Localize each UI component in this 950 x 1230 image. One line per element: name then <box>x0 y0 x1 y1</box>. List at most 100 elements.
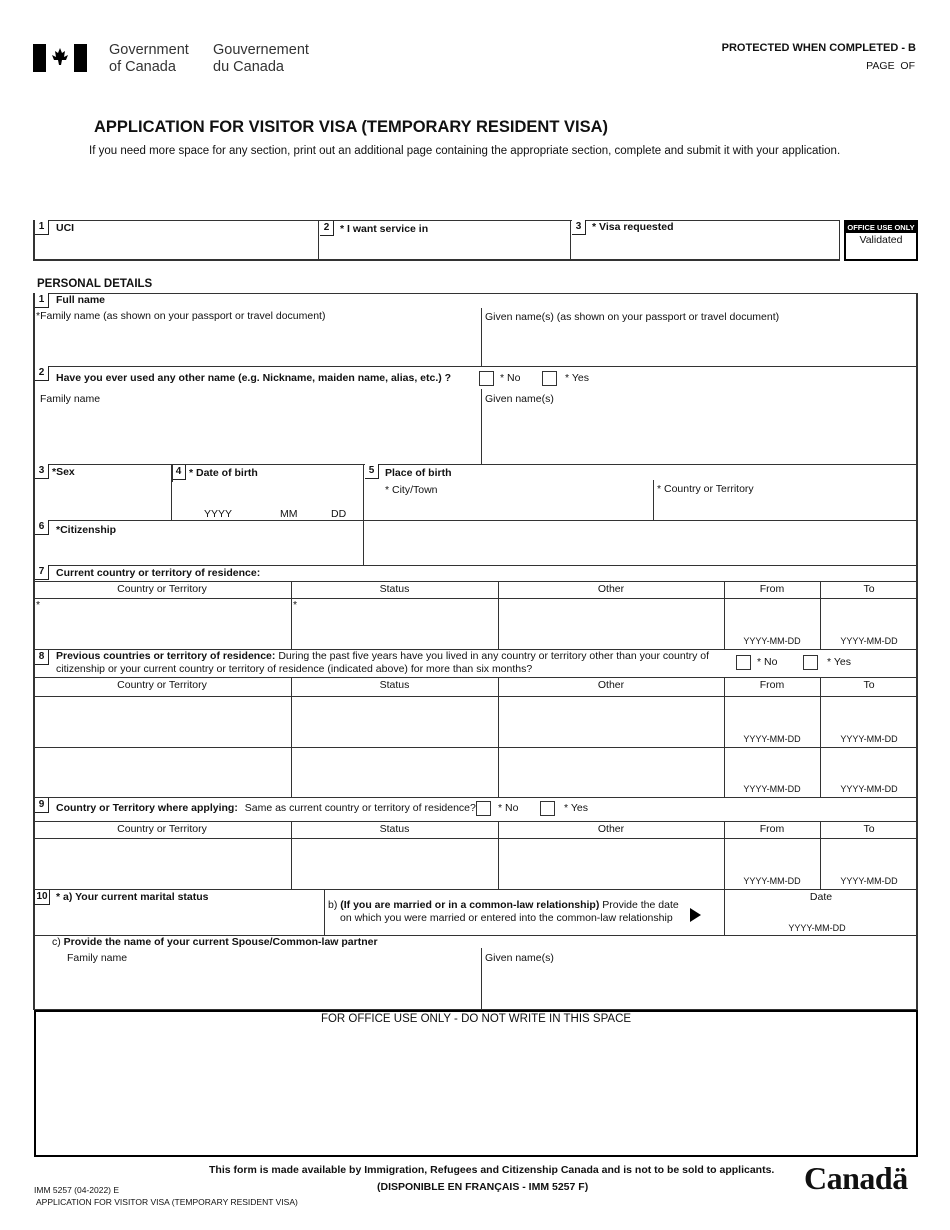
divider <box>291 581 292 649</box>
citizenship-label: *Citizenship <box>56 524 117 536</box>
page-title: APPLICATION FOR VISITOR VISA (TEMPORARY … <box>94 118 608 136</box>
column-header: Other <box>597 583 625 595</box>
office-use-validated-box: OFFICE USE ONLY Validated <box>844 220 918 261</box>
previous-residence-other-input[interactable] <box>500 749 722 795</box>
field-number: 4 <box>172 465 186 480</box>
applying-country-status-input[interactable] <box>293 840 496 887</box>
field-number: 2 <box>35 366 49 381</box>
place-of-birth-label: Place of birth <box>385 467 452 479</box>
other-family-name-label: Family name <box>40 393 101 405</box>
field-number: 8 <box>35 650 49 665</box>
column-header: Status <box>379 583 410 595</box>
divider <box>33 366 918 367</box>
dob-label: * Date of birth <box>189 467 258 479</box>
sex-input[interactable] <box>36 482 170 518</box>
applying-same-yes-checkbox[interactable] <box>540 801 555 816</box>
protected-label: PROTECTED WHEN COMPLETED - B <box>721 42 916 54</box>
spouse-name-label: c) Provide the name of your current Spou… <box>52 936 378 948</box>
divider <box>291 821 292 889</box>
column-header: Status <box>379 823 410 835</box>
date-format-hint: YYYY-MM-DD <box>840 784 898 794</box>
field-number: 3 <box>572 220 586 235</box>
date-format-hint: YYYY-MM-DD <box>840 636 898 646</box>
divider <box>481 308 482 367</box>
previous-residence-other-input[interactable] <box>500 698 722 745</box>
office-use-header: OFFICE USE ONLY <box>846 222 916 233</box>
previous-residence-no-checkbox[interactable] <box>736 655 751 670</box>
birth-country-input[interactable] <box>656 498 914 518</box>
current-residence-label: Current country or territory of residenc… <box>56 567 261 579</box>
required-mark: * <box>293 599 298 611</box>
previous-residence-country-input[interactable] <box>35 749 289 795</box>
marriage-date-label: Date <box>809 891 833 903</box>
gov-fr-wordmark: Gouvernement du Canada <box>213 42 309 75</box>
family-name-input[interactable] <box>36 326 478 364</box>
form-title-footer: APPLICATION FOR VISITOR VISA (TEMPORARY … <box>36 1197 298 1207</box>
visa-requested-label: * Visa requested <box>592 221 674 233</box>
divider <box>33 565 918 566</box>
marriage-date-input[interactable] <box>726 905 914 921</box>
previous-residence-status-input[interactable] <box>293 698 496 745</box>
previous-residence-status-input[interactable] <box>293 749 496 795</box>
arrow-right-icon <box>690 908 701 922</box>
given-name-input[interactable] <box>484 326 914 364</box>
dob-dd-label: DD <box>331 508 347 520</box>
applying-country-country-input[interactable] <box>35 840 289 887</box>
other-name-yes-label: * Yes <box>565 372 589 384</box>
divider <box>33 464 918 465</box>
required-mark: * <box>36 599 41 611</box>
spouse-family-name-label: Family name <box>67 952 128 964</box>
previous-residence-country-input[interactable] <box>35 698 289 745</box>
applying-same-no-label: * No <box>498 802 519 814</box>
other-name-yes-checkbox[interactable] <box>542 371 557 386</box>
other-name-no-checkbox[interactable] <box>479 371 494 386</box>
canada-flag-logo-icon <box>33 44 87 72</box>
birth-city-input[interactable] <box>366 498 651 518</box>
current-residence-status-input[interactable] <box>293 600 496 647</box>
applying-same-no-checkbox[interactable] <box>476 801 491 816</box>
field-number: 9 <box>35 798 49 813</box>
applying-country-other-input[interactable] <box>500 840 722 887</box>
column-header: Other <box>597 679 625 691</box>
spouse-family-name-input[interactable] <box>36 968 478 1008</box>
date-format-hint: YYYY-MM-DD <box>743 876 801 886</box>
divider <box>363 464 364 566</box>
divider <box>33 696 918 697</box>
uci-field[interactable] <box>33 220 319 261</box>
field-number: 7 <box>35 565 49 580</box>
divider <box>481 948 482 1010</box>
divider <box>33 797 918 798</box>
marital-status-input[interactable] <box>36 906 322 932</box>
current-residence-country-input[interactable] <box>35 600 289 647</box>
column-header: Country or Territory <box>117 583 207 595</box>
dob-input[interactable] <box>174 484 360 506</box>
column-header: Country or Territory <box>117 823 207 835</box>
other-given-name-input[interactable] <box>484 408 914 462</box>
divider <box>653 480 654 521</box>
previous-residence-question: Previous countries or territory of resid… <box>56 650 710 675</box>
column-header: To <box>863 583 875 595</box>
column-header: From <box>759 583 785 595</box>
family-name-label: *Family name (as shown on your passport … <box>36 310 326 322</box>
field-number: 5 <box>365 464 379 479</box>
spouse-given-name-label: Given name(s) <box>485 952 554 964</box>
column-header: From <box>759 823 785 835</box>
field-number: 10 <box>34 890 50 905</box>
form-id: IMM 5257 (04-2022) E <box>34 1185 120 1195</box>
validated-label: Validated <box>859 234 903 246</box>
divider <box>291 677 292 797</box>
field-number: 6 <box>35 520 49 535</box>
previous-residence-yes-checkbox[interactable] <box>803 655 818 670</box>
spouse-given-name-input[interactable] <box>484 968 914 1008</box>
current-residence-other-input[interactable] <box>500 600 722 647</box>
field-number: 3 <box>35 464 49 479</box>
other-family-name-input[interactable] <box>36 408 478 462</box>
divider <box>33 838 918 839</box>
other-given-name-label: Given name(s) <box>485 393 554 405</box>
citizenship-input[interactable] <box>36 540 361 564</box>
divider <box>33 747 918 748</box>
page-of-label: PAGE OF <box>866 60 915 72</box>
column-header: To <box>863 823 875 835</box>
date-format-hint: YYYY-MM-DD <box>840 876 898 886</box>
marital-status-label: * a) Your current marital status <box>56 891 209 903</box>
